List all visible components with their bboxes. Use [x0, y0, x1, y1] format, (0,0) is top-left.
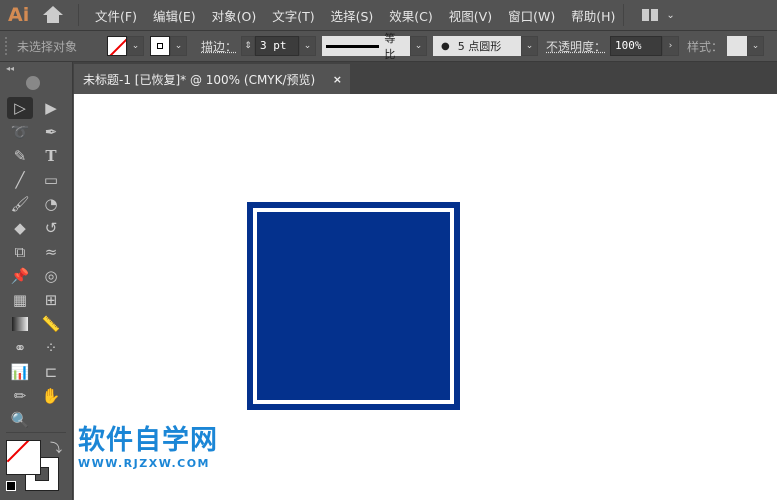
artboard-tool-icon[interactable]: ⊏ [38, 361, 64, 383]
divider [623, 4, 625, 26]
perspective-grid-tool-icon[interactable]: ▦ [7, 289, 33, 311]
home-icon[interactable] [42, 6, 64, 24]
menu-file[interactable]: 文件(F) [87, 6, 145, 25]
brush-label: 5 点圆形 [457, 40, 502, 53]
measure-tool-icon[interactable]: 📏 [38, 313, 64, 335]
menu-edit[interactable]: 编辑(E) [145, 6, 204, 25]
pencil-tool-icon[interactable]: ✏ [7, 385, 33, 407]
chevron-down-icon[interactable]: ⌄ [666, 10, 674, 21]
menu-effect[interactable]: 效果(C) [381, 6, 440, 25]
column-graph-tool-icon[interactable]: 📊 [7, 361, 33, 383]
type-tool-icon[interactable]: T [38, 145, 64, 167]
close-icon[interactable]: × [333, 73, 342, 86]
stroke-weight-input[interactable]: 3 pt [255, 36, 300, 56]
app-logo: Ai [8, 4, 30, 26]
blue-square[interactable] [247, 202, 460, 410]
hand-tool-icon[interactable]: ✋ [38, 385, 64, 407]
brush-select[interactable]: ● 5 点圆形 [433, 36, 522, 56]
paintbrush-tool-icon[interactable]: 🖌 [7, 193, 33, 215]
mesh-tool-icon[interactable]: ⊞ [38, 289, 64, 311]
eraser-tool-icon[interactable]: ◆ [7, 217, 33, 239]
style-label: 样式： [687, 39, 724, 54]
collapse-icon[interactable]: ◂◂ [6, 64, 14, 73]
document-tab[interactable]: 未标题-1 [已恢复]* @ 100% (CMYK/预览) × [74, 64, 350, 94]
lasso-tool-icon[interactable]: ➰ [7, 121, 33, 143]
menu-object[interactable]: 对象(O) [204, 6, 265, 25]
graphic-style-dropdown[interactable]: ⌄ [747, 36, 765, 56]
toolbar-header: ◂◂ [0, 62, 73, 94]
menu-bar: Ai 文件(F) 编辑(E) 对象(O) 文字(T) 选择(S) 效果(C) 视… [0, 0, 777, 31]
brush-dot-icon: ● [441, 40, 450, 52]
watermark-title: 软件自学网 [78, 425, 218, 456]
default-colors-icon[interactable] [6, 481, 16, 491]
stroke-icon [157, 43, 163, 49]
divider [78, 4, 79, 26]
menu-type[interactable]: 文字(T) [264, 6, 322, 25]
brush-dropdown[interactable]: ⌄ [521, 36, 539, 56]
menu-select[interactable]: 选择(S) [323, 6, 382, 25]
stroke-weight-dropdown[interactable]: ⌄ [299, 36, 317, 56]
fill-dropdown[interactable]: ⌄ [127, 36, 144, 56]
selection-status: 未选择对象 [17, 39, 78, 54]
puppet-warp-tool-icon[interactable]: 📌 [7, 265, 33, 287]
stroke-swatch[interactable] [150, 36, 170, 56]
menu-view[interactable]: 视图(V) [441, 6, 500, 25]
gradient-tool-icon[interactable] [7, 313, 33, 335]
free-transform-tool-icon[interactable]: ◎ [38, 265, 64, 287]
rotate-tool-icon[interactable]: ↺ [38, 217, 64, 239]
watermark-url: WWW.RJZXW.COM [78, 457, 210, 470]
curvature-tool-icon[interactable]: ✎ [7, 145, 33, 167]
zoom-tool-icon[interactable]: 🔍 [7, 409, 33, 431]
shape-builder-tool-icon[interactable]: ⚭ [7, 337, 33, 359]
warp-tool-icon[interactable]: ≈ [38, 241, 64, 263]
stroke-line-preview [326, 44, 380, 48]
menu-help[interactable]: 帮助(H) [563, 6, 623, 25]
watermark: 软件自学网 WWW.RJZXW.COM [78, 418, 218, 470]
tools-panel: ▷ ▶ ➰ ✒ ✎ T ╱ ▭ 🖌 ◔ ◆ ↺ ⧉ ≈ 📌 ◎ ▦ ⊞ 📏 ⚭ … [0, 94, 73, 500]
selection-tool-icon[interactable]: ▷ [7, 97, 33, 119]
panel-grip[interactable] [26, 76, 46, 80]
shaper-tool-icon[interactable]: ◔ [38, 193, 64, 215]
menu-window[interactable]: 窗口(W) [500, 6, 563, 25]
stroke-profile-select[interactable]: 等比 [322, 32, 411, 61]
opacity-label[interactable]: 不透明度： [546, 38, 606, 55]
rectangle-tool-icon[interactable]: ▭ [38, 169, 64, 191]
workspace-switcher-icon[interactable] [642, 9, 659, 21]
stroke-stepper[interactable]: ⇕ [241, 36, 256, 56]
grip-handle[interactable] [5, 37, 8, 55]
line-tool-icon[interactable]: ╱ [7, 169, 33, 191]
fill-swatch[interactable] [107, 36, 127, 56]
symbol-sprayer-tool-icon[interactable]: ⁘ [38, 337, 64, 359]
swap-colors-icon[interactable]: ⤵ [50, 439, 62, 456]
opacity-expand[interactable]: › [662, 36, 680, 56]
control-bar: 未选择对象 ⌄ ⌄ 描边： ⇕ 3 pt ⌄ 等比 ⌄ ● 5 点圆形 ⌄ 不透明… [0, 31, 777, 62]
stroke-profile-dropdown[interactable]: ⌄ [410, 36, 428, 56]
scale-tool-icon[interactable]: ⧉ [7, 241, 33, 263]
divider [6, 432, 66, 433]
fill-color-box[interactable] [6, 440, 41, 475]
direct-selection-tool-icon[interactable]: ▶ [38, 97, 64, 119]
graphic-style-swatch[interactable] [727, 36, 748, 56]
white-inner-stroke [253, 208, 454, 404]
stroke-dropdown[interactable]: ⌄ [170, 36, 187, 56]
document-tab-title: 未标题-1 [已恢复]* @ 100% (CMYK/预览) [83, 72, 316, 87]
opacity-input[interactable]: 100% [610, 36, 663, 56]
stroke-profile-label: 等比 [384, 32, 396, 61]
pen-tool-icon[interactable]: ✒ [38, 121, 64, 143]
stroke-label[interactable]: 描边： [201, 38, 237, 55]
